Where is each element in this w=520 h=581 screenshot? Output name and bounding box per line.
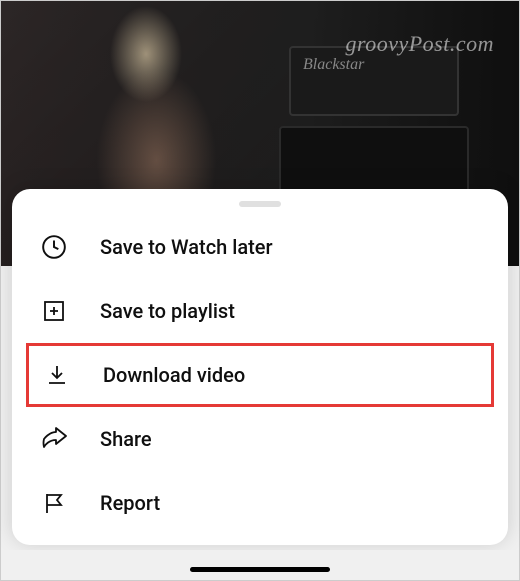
menu-label: Save to Watch later bbox=[100, 235, 273, 259]
menu-item-share[interactable]: Share bbox=[12, 407, 508, 471]
drag-handle[interactable] bbox=[239, 201, 281, 207]
menu-label: Save to playlist bbox=[100, 299, 235, 323]
menu-item-download[interactable]: Download video bbox=[26, 343, 494, 407]
menu-label: Download video bbox=[103, 363, 245, 387]
flag-icon bbox=[40, 489, 68, 517]
action-bottom-sheet: Save to Watch later Save to playlist Dow… bbox=[12, 189, 508, 545]
menu-label: Report bbox=[100, 491, 160, 515]
menu-item-report[interactable]: Report bbox=[12, 471, 508, 535]
menu-label: Share bbox=[100, 427, 152, 451]
playlist-add-icon bbox=[40, 297, 68, 325]
clock-icon bbox=[40, 233, 68, 261]
download-icon bbox=[43, 361, 71, 389]
share-icon bbox=[40, 425, 68, 453]
menu-item-watch-later[interactable]: Save to Watch later bbox=[12, 215, 508, 279]
amplifier-brand: Blackstar bbox=[303, 56, 364, 74]
menu-item-save-playlist[interactable]: Save to playlist bbox=[12, 279, 508, 343]
bottom-strip bbox=[1, 550, 519, 580]
watermark-text: groovyPost.com bbox=[345, 31, 494, 57]
home-indicator[interactable] bbox=[190, 567, 330, 572]
